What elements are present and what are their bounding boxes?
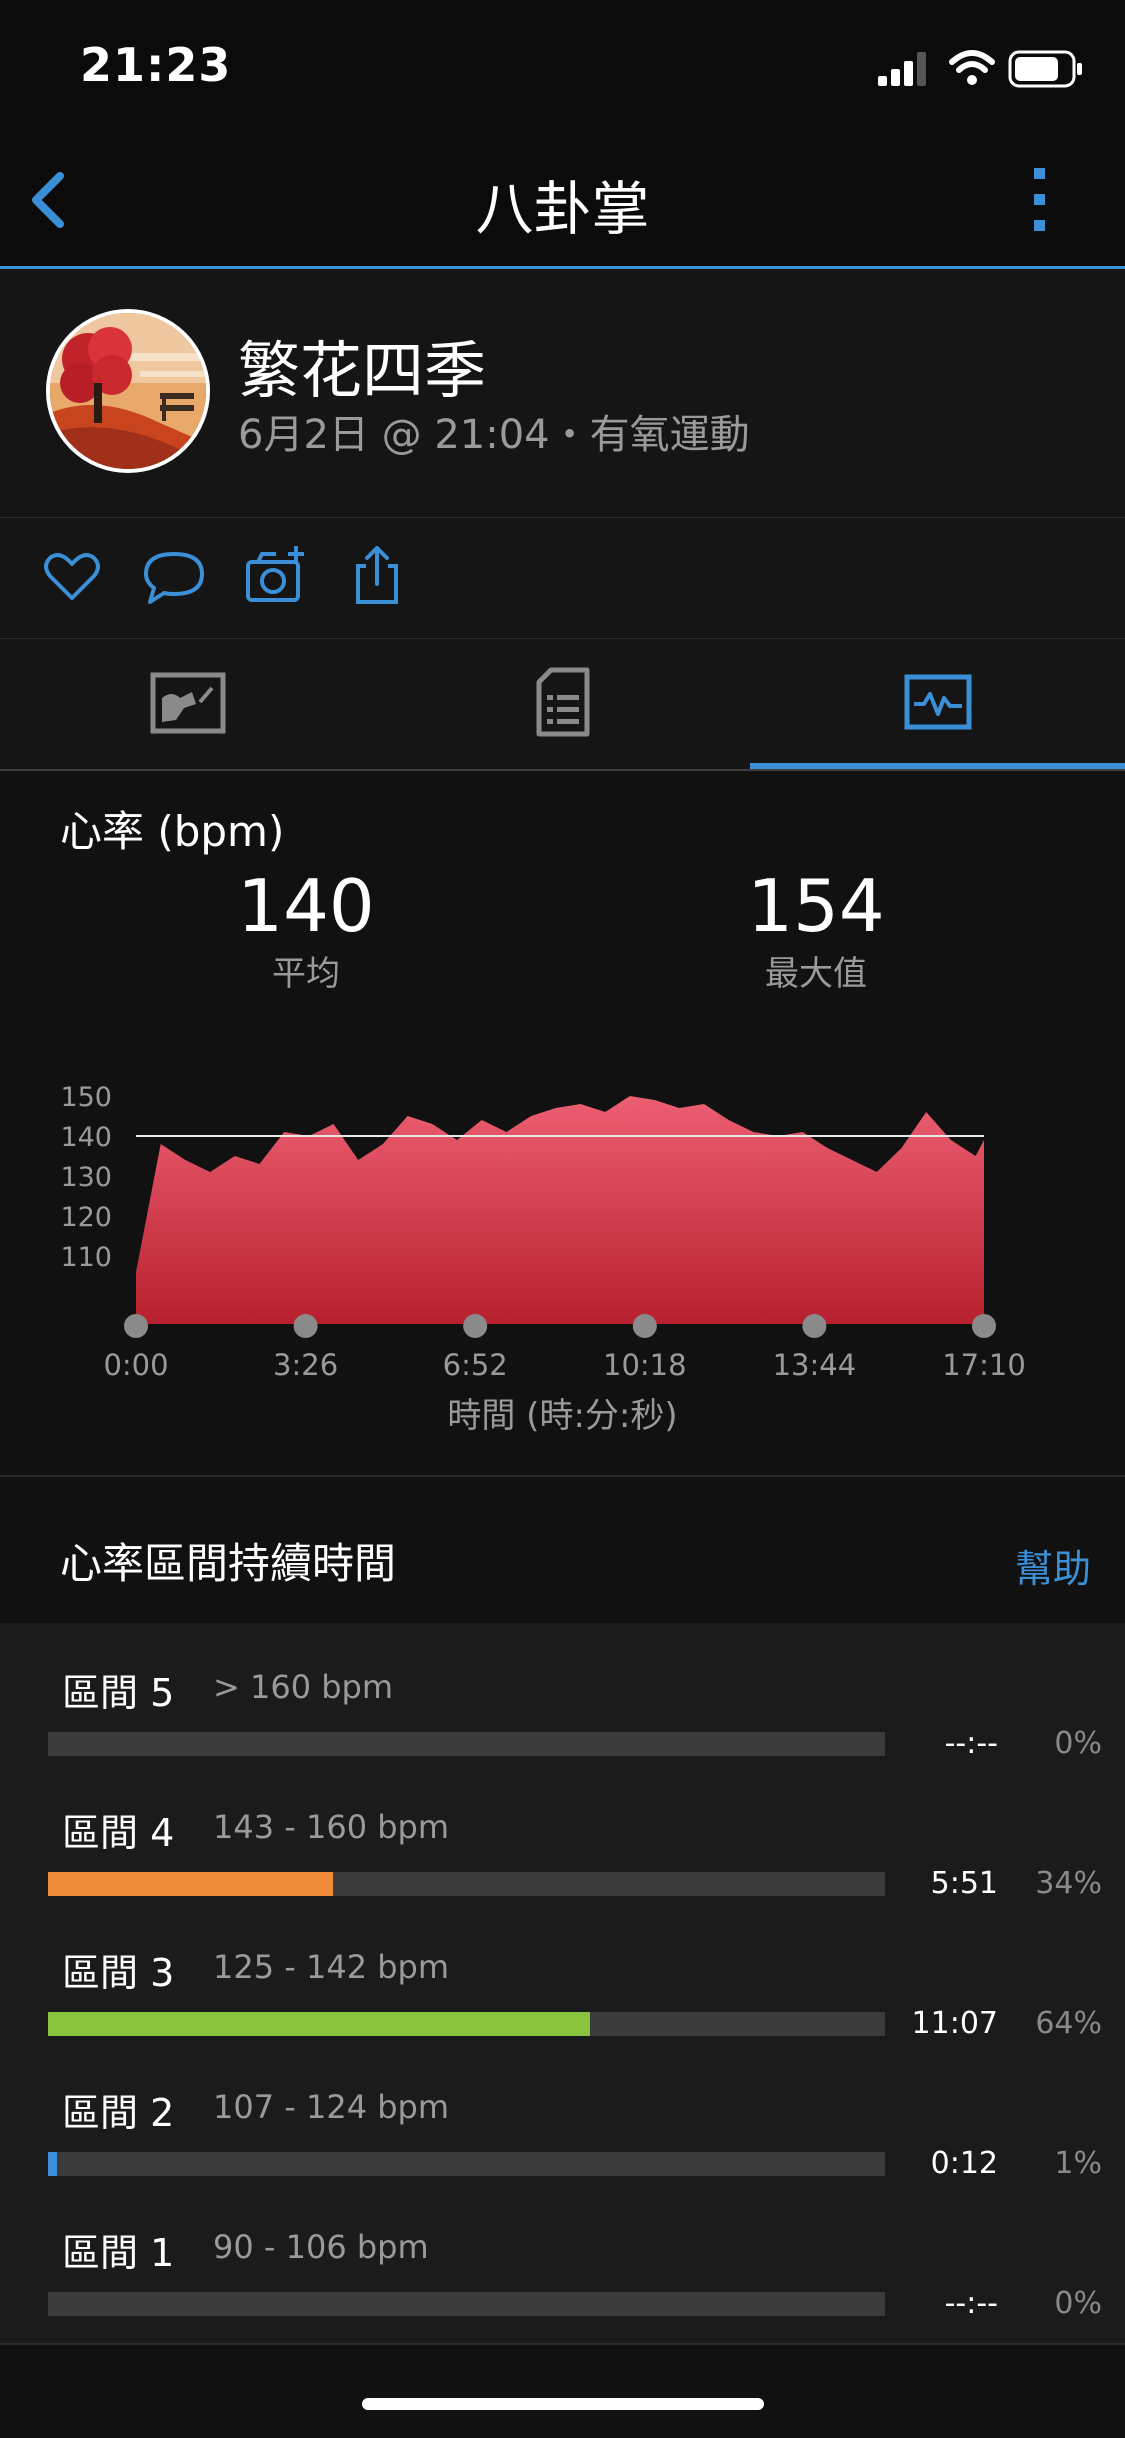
zone-bar <box>48 2292 885 2316</box>
zone-bar-fill <box>48 2012 590 2036</box>
help-link[interactable]: 幫助 <box>1015 1538 1091 1593</box>
x-tick-dot[interactable] <box>463 1314 488 1338</box>
more-vertical-icon <box>1034 168 1045 231</box>
avg-heart-rate-label: 平均 <box>272 954 340 994</box>
zone-name: 區間 5 <box>62 1671 175 1715</box>
status-time: 21:23 <box>80 38 232 92</box>
chart-icon <box>904 674 972 730</box>
x-tick-label: 10:18 <box>603 1348 687 1380</box>
zone-percent: 64% <box>1035 2006 1102 2041</box>
y-tick-label: 150 <box>60 1082 112 1113</box>
comment-icon[interactable] <box>142 548 206 606</box>
zone-bar <box>48 1732 885 1756</box>
zone-name: 區間 3 <box>62 1951 175 1995</box>
zone-bar-fill <box>48 2152 57 2176</box>
zone-name: 區間 1 <box>62 2231 175 2275</box>
bottom-bar <box>0 2343 1125 2438</box>
zone-time: 0:12 <box>930 2146 998 2181</box>
avatar[interactable] <box>46 309 210 473</box>
zone-time: 5:51 <box>930 1866 998 1901</box>
zone-bar <box>48 1872 885 1896</box>
heart-rate-chart[interactable]: 150 140 130 120 110 0:00 3:26 6:52 10:18 13:44 17:… <box>0 1040 1125 1380</box>
wifi-icon <box>949 50 995 85</box>
zone-bar <box>48 2012 885 2036</box>
activity-meta: 6月2日 @ 21:04・有氧運動 <box>238 412 750 458</box>
heart-rate-area <box>136 1096 984 1324</box>
zone-time: 11:07 <box>911 2006 998 2041</box>
home-indicator[interactable] <box>362 2398 764 2410</box>
y-tick-label: 110 <box>60 1242 112 1273</box>
tab-selected-indicator <box>750 763 1125 769</box>
x-tick-dot[interactable] <box>972 1314 996 1338</box>
x-tick-dot[interactable] <box>632 1314 657 1338</box>
x-tick-dot[interactable] <box>293 1314 318 1338</box>
x-tick-label: 0:00 <box>103 1348 168 1380</box>
details-icon <box>536 667 590 737</box>
zone-time: --:-- <box>944 1726 998 1761</box>
zone-range: > 160 bpm <box>213 1668 394 1706</box>
x-tick-label: 6:52 <box>443 1348 508 1380</box>
avatar-image <box>50 313 206 469</box>
zone-percent: 0% <box>1054 1726 1102 1761</box>
zone-name: 區間 2 <box>62 2091 175 2135</box>
activity-name: 繁花四季 <box>238 334 487 407</box>
x-axis-title: 時間 (時:分:秒) <box>447 1396 678 1436</box>
max-heart-rate-value: 154 <box>747 864 885 948</box>
tab-details[interactable] <box>375 639 750 769</box>
zone-range: 107 - 124 bpm <box>213 2088 450 2126</box>
zone-bar-fill <box>48 1872 333 1896</box>
add-photo-icon[interactable] <box>244 544 308 606</box>
heart-rate-label: 心率 (bpm) <box>60 807 285 856</box>
avg-heart-rate-value: 140 <box>237 864 375 948</box>
more-button[interactable] <box>1020 160 1060 240</box>
zone-percent: 0% <box>1054 2286 1102 2321</box>
y-tick-label: 140 <box>60 1122 112 1153</box>
zone-range: 143 - 160 bpm <box>213 1808 450 1846</box>
signal-icon <box>878 52 926 86</box>
battery-icon <box>1008 50 1082 88</box>
x-tick-label: 13:44 <box>773 1348 857 1380</box>
zone-time: --:-- <box>944 2286 998 2321</box>
x-tick-dot[interactable] <box>802 1314 827 1338</box>
x-tick-label: 17:10 <box>942 1348 1026 1380</box>
zones-title: 心率區間持續時間 <box>60 1539 397 1588</box>
heart-icon[interactable] <box>42 548 102 604</box>
zone-bar <box>48 2152 885 2176</box>
share-icon[interactable] <box>352 544 402 606</box>
zone-name: 區間 4 <box>62 1811 175 1855</box>
max-heart-rate-label: 最大值 <box>765 954 867 994</box>
tab-map[interactable] <box>0 639 375 769</box>
y-tick-label: 120 <box>60 1202 112 1233</box>
tab-chart[interactable] <box>750 639 1125 769</box>
page-title: 八卦掌 <box>475 175 650 243</box>
x-tick-dot[interactable] <box>124 1314 148 1338</box>
zone-range: 90 - 106 bpm <box>213 2228 429 2266</box>
zone-percent: 1% <box>1054 2146 1102 2181</box>
map-icon <box>150 672 226 734</box>
x-tick-label: 3:26 <box>273 1348 338 1380</box>
y-tick-label: 130 <box>60 1162 112 1193</box>
zone-percent: 34% <box>1035 1866 1102 1901</box>
zone-range: 125 - 142 bpm <box>213 1948 450 1986</box>
